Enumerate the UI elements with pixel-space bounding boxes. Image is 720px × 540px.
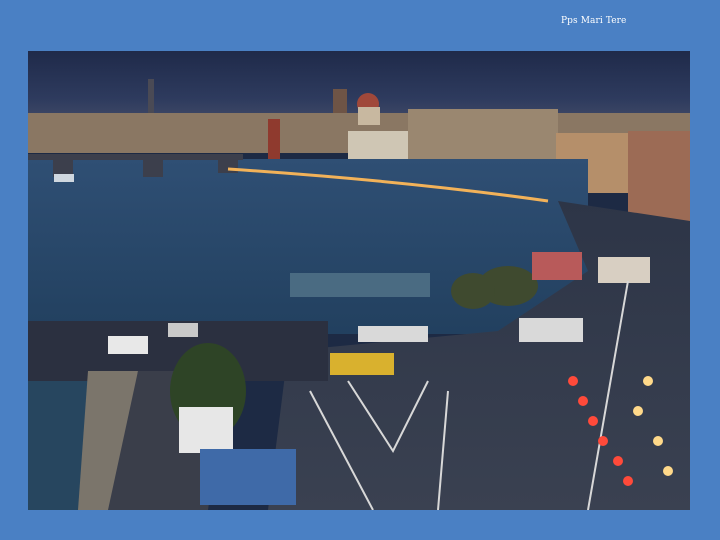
river [28, 159, 588, 334]
city-photo [28, 51, 690, 510]
boat [290, 273, 430, 297]
slide-caption: Pps Mari Tere [561, 16, 627, 26]
billboard [532, 252, 582, 280]
